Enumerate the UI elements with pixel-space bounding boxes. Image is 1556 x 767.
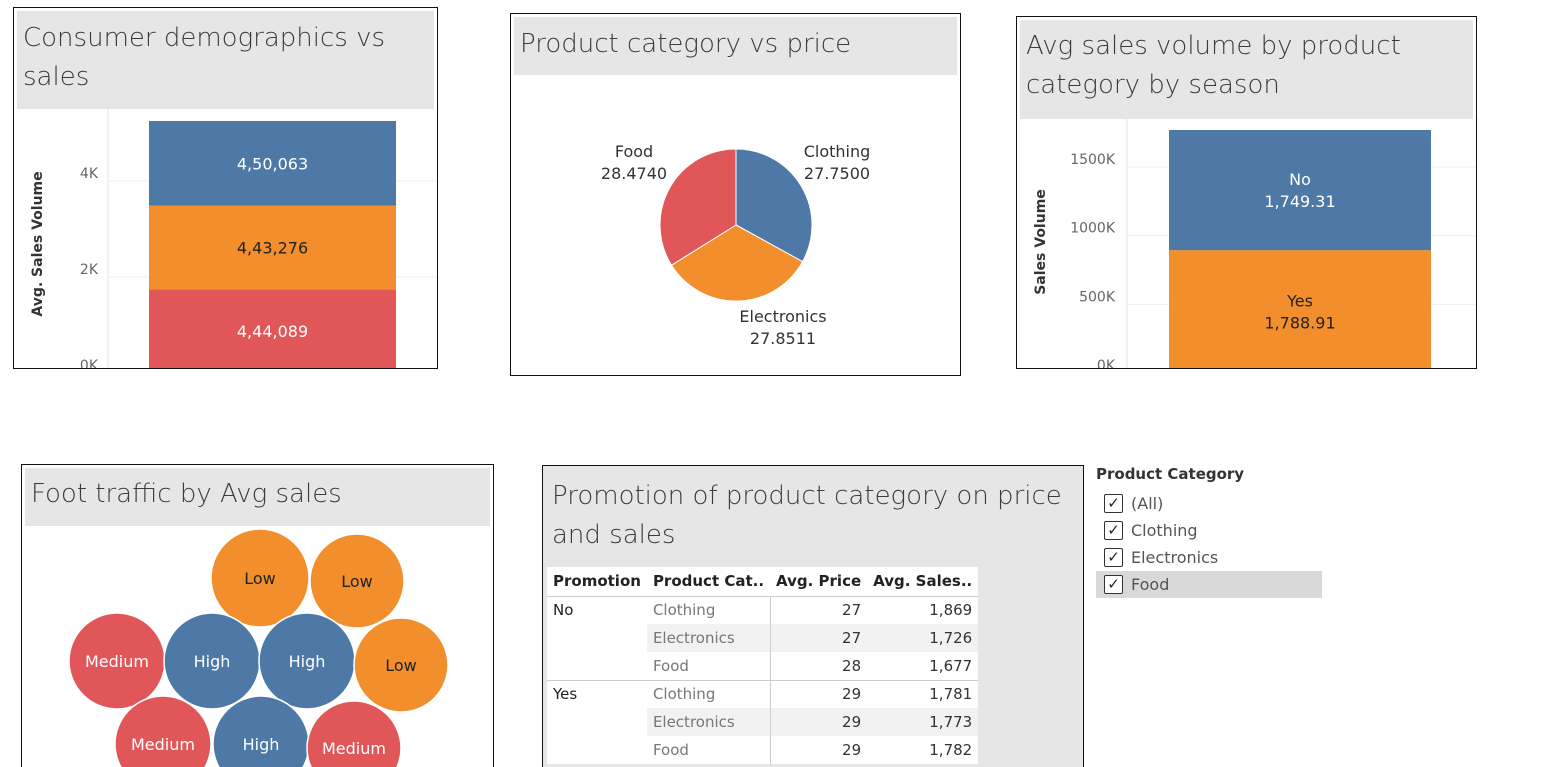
filter-item-label: Food <box>1131 575 1170 594</box>
price-cell: 27 <box>770 624 868 652</box>
category-cell: Electronics <box>646 624 771 652</box>
sales-cell: 1,781 <box>867 679 979 708</box>
filter-list: ✓ (All) ✓ Clothing ✓ Electronics ✓ Food <box>1096 490 1322 598</box>
promotion-title: Promotion of product category on price a… <box>546 469 1080 565</box>
category-cell: Clothing <box>646 679 771 708</box>
bubble-label: High <box>289 652 326 671</box>
column-header-avg-price[interactable]: Avg. Price <box>770 567 868 597</box>
season-panel: Avg sales volume by product category by … <box>1016 16 1477 369</box>
bubble-label: Low <box>385 656 417 675</box>
sales-cell: 1,782 <box>929 741 973 759</box>
filter-item-all[interactable]: ✓ (All) <box>1096 490 1322 517</box>
y-tick-label: 1000K <box>1070 221 1116 237</box>
checkbox-icon[interactable]: ✓ <box>1104 548 1123 567</box>
bubble-label: Medium <box>131 735 195 754</box>
price-cell: 29 <box>842 741 862 759</box>
bubble-label: High <box>243 735 280 754</box>
season-bar-chart: 0K 500K 1000K 1500K Sales Volume Yes 1,788.91 N… <box>1033 119 1476 369</box>
sales-cell: 1,677 <box>929 656 973 675</box>
table-header-row: Promotion Product Cat.. Avg. Price Avg. … <box>547 567 979 597</box>
filter-item-food[interactable]: ✓ Food <box>1096 571 1322 598</box>
filter-item-label: Electronics <box>1131 548 1219 567</box>
sales-cell: 1,726 <box>867 624 979 652</box>
checkbox-icon[interactable]: ✓ <box>1104 521 1123 540</box>
slice-value-label: 27.7500 <box>804 164 870 183</box>
demographics-panel: Consumer demographics vs sales 0K 2K 4K Avg… <box>13 7 438 369</box>
price-cell: 27 <box>770 595 868 624</box>
slice-value-label: 28.4740 <box>601 164 667 183</box>
price-cell: 29 <box>770 679 868 708</box>
column-header-avg-sales[interactable]: Avg. Sales.. <box>867 567 979 597</box>
filter-item-clothing[interactable]: ✓ Clothing <box>1096 517 1322 544</box>
slice-name-label: Clothing <box>804 142 871 161</box>
foot-traffic-bubble-chart: Low Low Medium High High Low Medium High Medium <box>68 528 449 767</box>
sales-cell: 1,773 <box>867 708 979 736</box>
y-axis-label: Sales Volume <box>1033 189 1049 295</box>
column-header-promotion[interactable]: Promotion <box>547 567 647 597</box>
y-tick-label: 500K <box>1079 289 1116 305</box>
column-header-product-category[interactable]: Product Cat.. <box>646 567 771 597</box>
promotion-cell: No <box>547 595 647 680</box>
promotion-cell: Yes <box>547 679 647 764</box>
category-cell: Clothing <box>646 595 771 624</box>
product-category-filter: Product Category ✓ (All) ✓ Clothing ✓ Electro… <box>1096 464 1322 598</box>
segment-name-label: No <box>1289 170 1311 189</box>
data-label: 1,788.91 <box>1264 314 1335 333</box>
checkbox-icon[interactable]: ✓ <box>1104 575 1123 594</box>
bubble-label: High <box>194 652 231 671</box>
y-tick-label: 2K <box>80 262 99 278</box>
y-axis-label: Avg. Sales Volume <box>30 171 46 316</box>
y-tick-label: 0K <box>80 358 99 369</box>
slice-name-label: Electronics <box>739 307 826 326</box>
filter-item-label: Clothing <box>1131 521 1198 540</box>
demographics-bar-chart: 0K 2K 4K Avg. Sales Volume 4,44,089 4,43,276 4… <box>30 109 437 369</box>
bubble-label: Low <box>341 572 373 591</box>
filter-title: Product Category <box>1096 465 1245 483</box>
data-label: 4,50,063 <box>237 154 308 173</box>
checkbox-icon[interactable]: ✓ <box>1104 494 1123 513</box>
price-cell: 29 <box>770 708 868 736</box>
price-cell: 28 <box>842 656 862 675</box>
bar-segment <box>1169 130 1431 251</box>
slice-name-label: Food <box>615 142 653 161</box>
data-label: 1,749.31 <box>1264 192 1335 211</box>
slice-value-label: 27.8511 <box>750 329 816 348</box>
foot-traffic-panel: Foot traffic by Avg sales Low Low Medium Hi… <box>21 464 494 767</box>
category-price-pie-chart: Clothing 27.7500 Electronics 27.8511 Food 28.… <box>601 142 871 348</box>
category-cell: Food <box>646 736 771 764</box>
y-tick-label: 4K <box>80 166 99 182</box>
bubble-label: Medium <box>322 739 386 758</box>
promotion-panel: Promotion of product category on price a… <box>542 465 1084 767</box>
promotion-table: Promotion Product Cat.. Avg. Price Avg. … <box>547 567 979 764</box>
data-label: 4,43,276 <box>237 239 308 258</box>
y-tick-label: 1500K <box>1070 152 1116 168</box>
category-cell: Electronics <box>646 708 771 736</box>
table-row: Yes Clothing 29 1,781 <box>547 679 979 764</box>
category-price-panel: Product category vs price Clothing 27.750… <box>510 13 961 376</box>
bubble-label: Medium <box>85 652 149 671</box>
bubble-label: Low <box>244 569 276 588</box>
y-tick-label: 0K <box>1097 358 1116 369</box>
filter-item-label: (All) <box>1131 494 1164 513</box>
category-cell: Food <box>646 652 771 680</box>
table-row: No Clothing 27 1,869 <box>547 595 979 680</box>
data-label: 4,44,089 <box>237 322 308 341</box>
segment-name-label: Yes <box>1286 292 1313 311</box>
sales-cell: 1,869 <box>867 595 979 624</box>
filter-item-electronics[interactable]: ✓ Electronics <box>1096 544 1322 571</box>
